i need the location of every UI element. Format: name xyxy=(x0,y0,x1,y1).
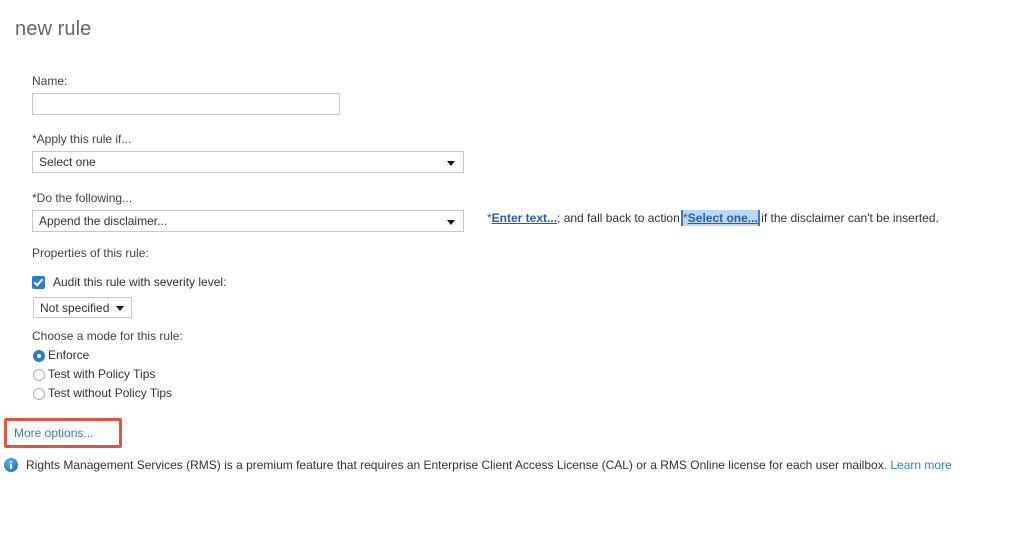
apply-rule-if-label: *Apply this rule if... xyxy=(32,132,132,146)
page-title: new rule xyxy=(15,18,92,40)
properties-title: Properties of this rule: xyxy=(32,246,149,260)
audit-rule-label: Audit this rule with severity level: xyxy=(53,275,227,289)
mode-option-test-with-policy-tips[interactable]: Test with Policy Tips xyxy=(33,365,172,384)
severity-level-dropdown[interactable]: Not specified xyxy=(33,297,132,318)
learn-more-link[interactable]: Learn more xyxy=(890,458,951,472)
checkbox-checked-icon[interactable] xyxy=(32,276,45,289)
mode-option-test-without-policy-tips[interactable]: Test without Policy Tips xyxy=(33,384,172,403)
action-sentence-mid-text: ; and fall back to action xyxy=(557,211,684,225)
chevron-down-icon xyxy=(447,161,455,166)
name-label: Name: xyxy=(32,74,68,88)
disclaimer-action-sentence: *Enter text...; and fall back to action … xyxy=(487,210,939,226)
do-the-following-value: Append the disclaimer... xyxy=(39,214,168,228)
apply-rule-if-value: Select one xyxy=(39,155,96,169)
apply-rule-if-dropdown[interactable]: Select one xyxy=(32,151,464,173)
radio-unselected-icon[interactable] xyxy=(33,387,45,400)
rms-info-text-wrap: Rights Management Services (RMS) is a pr… xyxy=(26,457,952,473)
do-the-following-dropdown[interactable]: Append the disclaimer... xyxy=(32,210,464,232)
chevron-down-icon xyxy=(447,220,455,225)
action-sentence-tail-text: if the disclaimer can't be inserted. xyxy=(757,211,939,225)
field-group-name: Name: xyxy=(32,74,352,115)
info-circle-icon xyxy=(4,458,18,472)
chevron-down-icon xyxy=(116,306,124,311)
more-options-link[interactable]: More options... xyxy=(14,426,93,440)
mode-option-test-with-policy-tips-label: Test with Policy Tips xyxy=(48,367,156,381)
radio-unselected-icon[interactable] xyxy=(33,368,45,381)
enter-text-link[interactable]: Enter text... xyxy=(492,211,557,225)
mode-section-title: Choose a mode for this rule: xyxy=(32,329,183,343)
mode-option-enforce-label: Enforce xyxy=(48,348,90,362)
field-group-do-the-following: *Do the following... Append the disclaim… xyxy=(32,191,472,232)
mode-radio-group: Enforce Test with Policy Tips Test witho… xyxy=(33,346,172,403)
radio-selected-icon[interactable] xyxy=(33,349,45,362)
more-options-callout: More options... xyxy=(4,418,122,448)
mode-option-enforce[interactable]: Enforce xyxy=(33,346,172,365)
field-group-apply-rule-if: *Apply this rule if... Select one xyxy=(32,132,472,173)
audit-rule-checkbox-row[interactable]: Audit this rule with severity level: xyxy=(32,275,226,290)
rms-info-bar: Rights Management Services (RMS) is a pr… xyxy=(4,457,952,473)
severity-level-value: Not specified xyxy=(40,301,110,315)
name-input[interactable] xyxy=(32,93,340,115)
do-the-following-label: *Do the following... xyxy=(32,191,133,205)
mode-option-test-without-policy-tips-label: Test without Policy Tips xyxy=(48,386,173,400)
rms-info-text: Rights Management Services (RMS) is a pr… xyxy=(26,458,888,472)
new-rule-page: new rule Name: *Apply this rule if... Se… xyxy=(0,0,1024,550)
fallback-select-one-link[interactable]: Select one... xyxy=(688,211,758,225)
properties-section: Properties of this rule: xyxy=(32,246,149,261)
